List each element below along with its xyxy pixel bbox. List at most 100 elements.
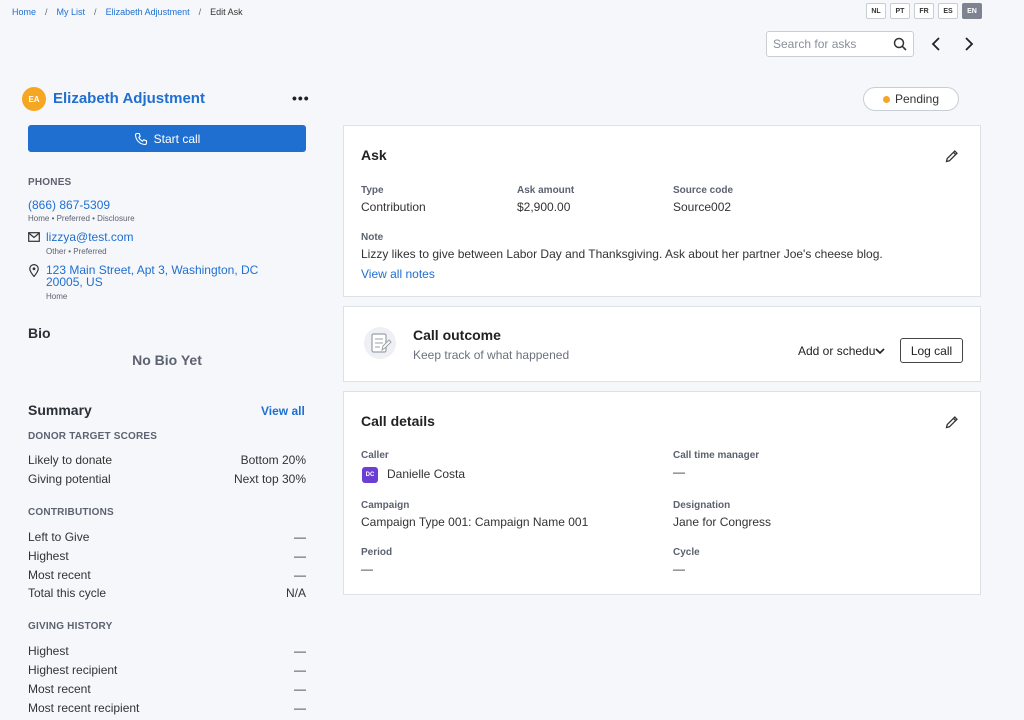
phones-label: PHONES	[28, 177, 72, 188]
lang-fr[interactable]: FR	[914, 3, 934, 19]
lang-pt[interactable]: PT	[890, 3, 910, 19]
call-outcome-subtitle: Keep track of what happened	[413, 348, 570, 362]
summary-view-all-link[interactable]: View all	[261, 404, 305, 418]
row-label: Left to Give	[28, 530, 90, 544]
caller-label: Caller	[361, 450, 389, 461]
row-value: N/A	[285, 586, 306, 600]
start-call-button[interactable]: Start call	[28, 125, 306, 152]
breadcrumb-home[interactable]: Home	[12, 7, 36, 17]
row-label: Highest	[28, 644, 69, 658]
summary-row: Most recent —	[28, 682, 306, 696]
summary-row: Highest recipient —	[28, 663, 306, 677]
breadcrumb-my-list[interactable]: My List	[57, 7, 86, 17]
row-value: Next top 30%	[233, 472, 306, 486]
row-label: Likely to donate	[28, 453, 113, 467]
breadcrumb-separator: /	[45, 7, 48, 17]
status-dropdown[interactable]: Pending	[863, 87, 959, 111]
summary-row: Likely to donate Bottom 20%	[28, 453, 306, 467]
breadcrumb-contact[interactable]: Elizabeth Adjustment	[106, 7, 190, 17]
summary-row: Total this cycle N/A	[28, 586, 306, 600]
search-input[interactable]	[773, 37, 893, 51]
address-line2[interactable]: 20005, US	[46, 275, 103, 289]
row-value: —	[294, 568, 306, 582]
summary-row: Left to Give —	[28, 530, 306, 544]
add-or-schedule-dropdown[interactable]: Add or schedu	[798, 344, 894, 358]
type-label: Type	[361, 185, 384, 196]
lang-es[interactable]: ES	[938, 3, 958, 19]
breadcrumb-separator: /	[94, 7, 97, 17]
summary-heading: Summary	[28, 402, 92, 418]
caller-avatar: DC	[362, 467, 378, 483]
search-icon[interactable]	[893, 37, 907, 51]
summary-row: Most recent —	[28, 568, 306, 582]
call-outcome-card: Call outcome Keep track of what happened…	[343, 306, 981, 382]
start-call-label: Start call	[153, 131, 201, 146]
next-arrow-icon[interactable]	[958, 33, 980, 55]
breadcrumb: Home / My List / Elizabeth Adjustment / …	[12, 7, 243, 17]
row-label: Most recent recipient	[28, 701, 140, 715]
contact-name[interactable]: Elizabeth Adjustment	[53, 90, 205, 107]
row-value: —	[294, 682, 306, 696]
designation-label: Designation	[673, 500, 731, 511]
contributions-label: CONTRIBUTIONS	[28, 507, 114, 518]
row-value: Bottom 20%	[240, 453, 306, 467]
source-code-value: Source002	[673, 200, 732, 214]
view-all-notes-link[interactable]: View all notes	[361, 267, 435, 281]
type-value: Contribution	[361, 200, 426, 214]
bio-empty-text: No Bio Yet	[132, 352, 202, 368]
call-time-manager-value: —	[673, 465, 685, 479]
row-value: —	[294, 701, 306, 715]
period-label: Period	[361, 547, 393, 558]
log-call-button[interactable]: Log call	[900, 338, 963, 363]
previous-arrow-icon[interactable]	[925, 33, 947, 55]
summary-row: Highest —	[28, 549, 306, 563]
giving-history-label: GIVING HISTORY	[28, 621, 113, 632]
row-label: Giving potential	[28, 472, 111, 486]
period-value: —	[361, 562, 373, 576]
phone-note: Home • Preferred • Disclosure	[28, 214, 135, 223]
breadcrumb-current: Edit Ask	[210, 7, 243, 17]
call-outcome-title: Call outcome	[413, 327, 501, 343]
note-value: Lizzy likes to give between Labor Day an…	[361, 247, 883, 261]
more-options-icon[interactable]: •••	[292, 90, 310, 106]
designation-value: Jane for Congress	[673, 515, 772, 529]
bio-heading: Bio	[28, 325, 51, 341]
phone-link[interactable]: (866) 867-5309	[28, 198, 110, 212]
status-dot-icon	[882, 95, 890, 103]
search-box	[766, 31, 914, 57]
language-switch: NL PT FR ES EN	[866, 3, 982, 19]
lang-nl[interactable]: NL	[866, 3, 886, 19]
ask-card: Ask Type Contribution Ask amount $2,900.…	[343, 125, 981, 297]
note-label: Note	[361, 232, 384, 243]
source-code-label: Source code	[673, 185, 734, 196]
address-note: Home	[46, 292, 68, 301]
edit-pencil-icon[interactable]	[944, 148, 960, 164]
campaign-value: Campaign Type 001: Campaign Name 001	[361, 515, 589, 529]
row-label: Total this cycle	[28, 586, 107, 600]
row-value: —	[294, 663, 306, 677]
campaign-label: Campaign	[361, 500, 410, 511]
ask-title: Ask	[361, 147, 387, 163]
cycle-label: Cycle	[673, 547, 700, 558]
summary-row: Giving potential Next top 30%	[28, 472, 306, 486]
breadcrumb-separator: /	[198, 7, 202, 17]
location-pin-icon	[29, 264, 39, 277]
row-value: —	[294, 530, 306, 544]
lang-en[interactable]: EN	[962, 3, 982, 19]
summary-row: Most recent recipient —	[28, 701, 306, 715]
notepad-icon	[364, 327, 396, 359]
edit-pencil-icon[interactable]	[944, 414, 960, 430]
caller-value: Danielle Costa	[387, 467, 466, 481]
row-label: Most recent	[28, 568, 91, 582]
row-value: —	[294, 644, 306, 658]
email-link[interactable]: lizzya@test.com	[46, 230, 134, 244]
call-time-manager-label: Call time manager	[673, 450, 760, 461]
call-details-title: Call details	[361, 413, 435, 429]
schedule-label: Add or schedu	[798, 344, 876, 358]
row-label: Most recent	[28, 682, 91, 696]
cycle-value: —	[673, 562, 685, 576]
mail-icon	[28, 232, 40, 242]
ask-amount-value: $2,900.00	[517, 200, 571, 214]
summary-row: Highest —	[28, 644, 306, 658]
phone-icon	[134, 132, 147, 145]
